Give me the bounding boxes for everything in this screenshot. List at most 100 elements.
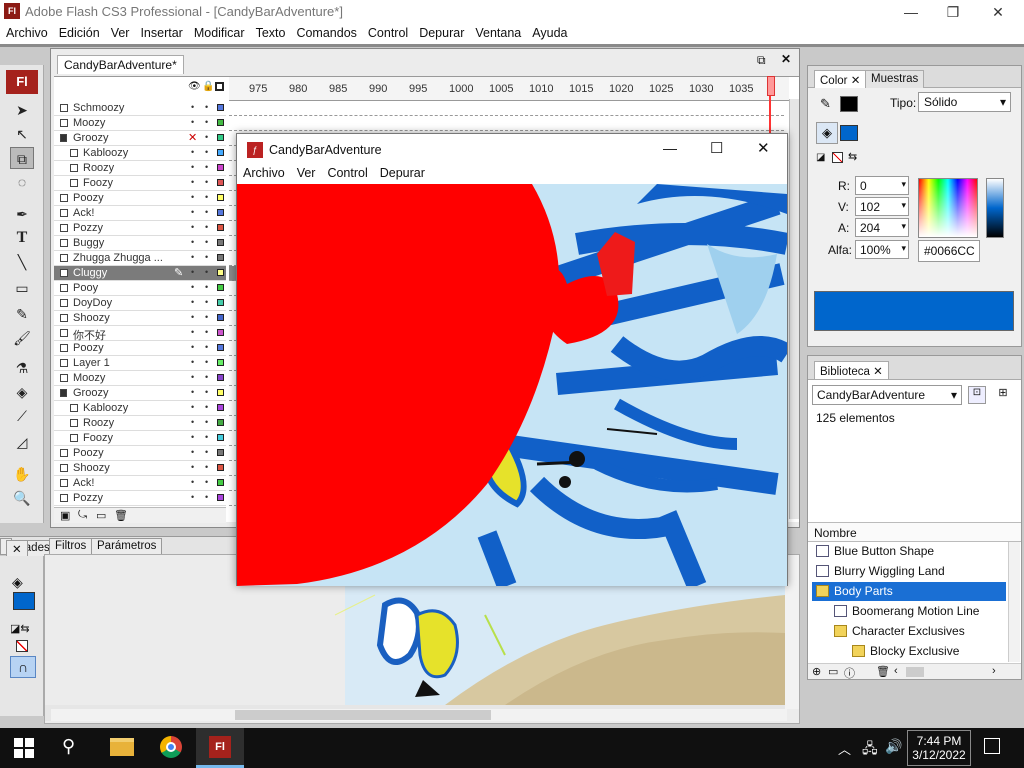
line-tool-icon[interactable]: ╲ bbox=[10, 251, 34, 273]
lock-dot-icon[interactable]: • bbox=[205, 147, 208, 157]
visibility-dot-icon[interactable]: • bbox=[191, 102, 194, 112]
subselection-tool-icon[interactable]: ↖ bbox=[10, 123, 34, 145]
lock-dot-icon[interactable]: • bbox=[205, 447, 208, 457]
lock-dot-icon[interactable]: • bbox=[205, 252, 208, 262]
lock-dot-icon[interactable]: • bbox=[205, 297, 208, 307]
visibility-dot-icon[interactable]: • bbox=[191, 477, 194, 487]
lock-dot-icon[interactable]: • bbox=[205, 372, 208, 382]
library-item[interactable]: Character Exclusives bbox=[812, 622, 1006, 641]
visibility-dot-icon[interactable]: • bbox=[191, 192, 194, 202]
delete-layer-icon[interactable]: 🗑 bbox=[114, 509, 128, 522]
restore-button[interactable]: ❐ bbox=[938, 2, 968, 22]
brush-tool-icon[interactable]: 🖌 bbox=[10, 327, 34, 349]
layer-row[interactable]: Kabloozy • • bbox=[54, 401, 226, 416]
tipo-select[interactable]: Sólido ▾ bbox=[918, 92, 1011, 112]
fill-color-swatch[interactable] bbox=[840, 125, 858, 141]
selection-tool-icon[interactable]: ➤ bbox=[10, 99, 34, 121]
layer-row[interactable]: Ack! • • bbox=[54, 476, 226, 491]
layer-row[interactable]: Poozy • • bbox=[54, 341, 226, 356]
snap-magnet-icon[interactable]: ∩ bbox=[10, 656, 36, 678]
visibility-dot-icon[interactable]: • bbox=[191, 252, 194, 262]
eraser-tool-icon[interactable]: ◿ bbox=[10, 431, 34, 453]
tab-propiedades[interactable]: edades ✕ bbox=[0, 538, 56, 557]
tab-filtros[interactable]: Filtros bbox=[49, 538, 93, 555]
start-windows-icon[interactable] bbox=[14, 738, 34, 758]
layer-row[interactable]: Groozy • • bbox=[54, 386, 226, 401]
lock-dot-icon[interactable]: • bbox=[205, 357, 208, 367]
outline-color-square[interactable] bbox=[217, 464, 224, 471]
properties-icon[interactable]: ⓘ bbox=[844, 665, 855, 681]
delete-item-icon[interactable]: 🗑 bbox=[876, 665, 890, 678]
outline-color-square[interactable] bbox=[217, 179, 224, 186]
visibility-dot-icon[interactable]: • bbox=[191, 432, 194, 442]
lasso-tool-icon[interactable]: ◌ bbox=[10, 171, 34, 193]
menu-ver[interactable]: Ver bbox=[105, 24, 135, 40]
free-transform-tool-icon[interactable]: ⧉ bbox=[10, 147, 34, 169]
outline-color-square[interactable] bbox=[217, 329, 224, 336]
visibility-dot-icon[interactable]: • bbox=[191, 492, 194, 502]
visibility-dot-icon[interactable]: • bbox=[191, 162, 194, 172]
file-explorer-icon[interactable] bbox=[110, 738, 134, 756]
visibility-dot-icon[interactable]: • bbox=[191, 177, 194, 187]
tab-biblioteca[interactable]: Biblioteca ✕ bbox=[814, 361, 889, 379]
visibility-dot-icon[interactable]: • bbox=[191, 267, 194, 277]
library-hscroll-thumb[interactable] bbox=[906, 667, 924, 677]
r-field[interactable]: 0 ▾ bbox=[855, 176, 909, 195]
minimize-button[interactable]: — bbox=[896, 2, 926, 22]
outline-color-square[interactable] bbox=[217, 104, 224, 111]
frame-row[interactable] bbox=[229, 116, 784, 131]
lock-dot-icon[interactable]: • bbox=[205, 387, 208, 397]
layer-row[interactable]: Buggy • • bbox=[54, 236, 226, 251]
library-item[interactable]: Blurry Wiggling Land bbox=[812, 562, 1006, 581]
layer-row[interactable]: Ack! • • bbox=[54, 206, 226, 221]
visibility-dot-icon[interactable]: • bbox=[191, 462, 194, 472]
new-layer-icon[interactable]: ▣ bbox=[60, 509, 70, 522]
menu-ayuda[interactable]: Ayuda bbox=[526, 24, 572, 40]
menu-texto[interactable]: Texto bbox=[250, 24, 291, 40]
stroke-pencil-icon[interactable]: ✎ bbox=[820, 96, 831, 112]
swf-menu-depurar[interactable]: Depurar bbox=[374, 166, 431, 180]
layer-row[interactable]: Roozy • • bbox=[54, 416, 226, 431]
chevron-up-icon[interactable]: ︿ bbox=[838, 739, 851, 758]
volume-icon[interactable]: 🔊 bbox=[885, 738, 902, 755]
layer-row[interactable]: Poozy • • bbox=[54, 191, 226, 206]
clock[interactable]: 7:44 PM 3/12/2022 bbox=[907, 730, 971, 766]
visibility-dot-icon[interactable]: • bbox=[191, 387, 194, 397]
g-field[interactable]: 102 ▾ bbox=[855, 197, 909, 216]
no-color-icon[interactable] bbox=[832, 152, 843, 163]
zoom-tool-icon[interactable]: 🔍 bbox=[10, 487, 34, 509]
tab-parametros[interactable]: Parámetros bbox=[91, 538, 163, 555]
network-icon[interactable]: 🖧 bbox=[862, 738, 878, 762]
lock-dot-icon[interactable]: • bbox=[205, 402, 208, 412]
visibility-dot-icon[interactable]: • bbox=[191, 147, 194, 157]
menu-insertar[interactable]: Insertar bbox=[134, 24, 187, 40]
lock-dot-icon[interactable]: • bbox=[205, 492, 208, 502]
library-item[interactable]: Body Parts bbox=[812, 582, 1006, 601]
library-item[interactable]: Boomerang Motion Line bbox=[812, 602, 1006, 621]
outline-color-square[interactable] bbox=[217, 314, 224, 321]
outline-color-square[interactable] bbox=[217, 284, 224, 291]
swf-minimize-button[interactable]: — bbox=[663, 140, 677, 156]
visibility-dot-icon[interactable]: • bbox=[191, 372, 194, 382]
visibility-dot-icon[interactable]: • bbox=[191, 447, 194, 457]
layer-row[interactable]: Foozy • • bbox=[54, 431, 226, 446]
swf-menu-control[interactable]: Control bbox=[321, 166, 373, 180]
stroke-color-swatch[interactable] bbox=[840, 96, 858, 112]
layer-row[interactable]: DoyDoy • • bbox=[54, 296, 226, 311]
fill-bucket-icon[interactable]: ◈ bbox=[12, 574, 23, 591]
menu-archivo[interactable]: Archivo bbox=[0, 24, 53, 40]
menu-edicion[interactable]: Edición bbox=[53, 24, 105, 40]
lock-dot-icon[interactable]: • bbox=[205, 102, 208, 112]
lock-dot-icon[interactable]: • bbox=[205, 342, 208, 352]
scroll-left-icon[interactable]: ‹ bbox=[894, 665, 898, 677]
layer-row[interactable]: Schmoozy • • bbox=[54, 101, 226, 116]
frame-row[interactable] bbox=[229, 101, 784, 116]
visibility-dot-icon[interactable]: • bbox=[191, 342, 194, 352]
outline-color-square[interactable] bbox=[217, 209, 224, 216]
outline-color-square[interactable] bbox=[217, 149, 224, 156]
fill-color-swatch[interactable] bbox=[13, 592, 35, 610]
visibility-dot-icon[interactable]: • bbox=[191, 282, 194, 292]
lock-dot-icon[interactable]: • bbox=[205, 237, 208, 247]
layer-row[interactable]: Pooy • • bbox=[54, 281, 226, 296]
menu-comandos[interactable]: Comandos bbox=[290, 24, 361, 40]
